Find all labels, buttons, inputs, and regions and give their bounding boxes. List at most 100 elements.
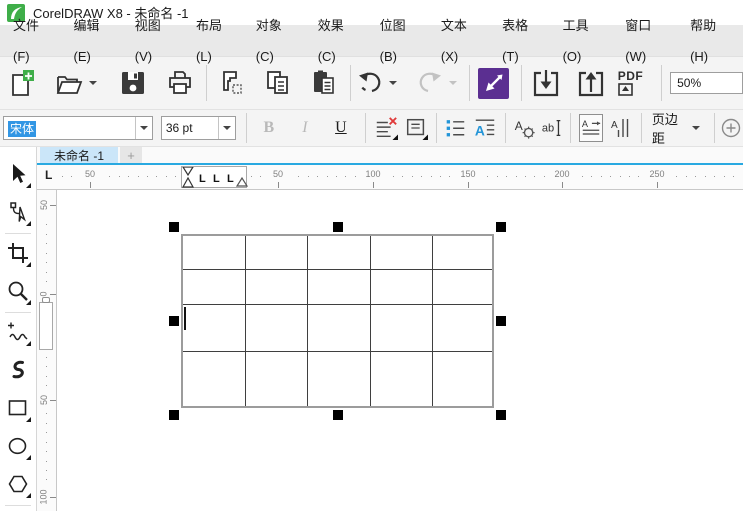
horizontal-text-button[interactable]: A	[578, 114, 603, 142]
cut-button[interactable]	[215, 63, 248, 103]
cut-icon	[222, 71, 242, 94]
copy-button[interactable]	[263, 63, 295, 103]
undo-button[interactable]	[355, 63, 385, 103]
table-object[interactable]	[181, 234, 494, 408]
frame-alignment-button[interactable]	[404, 114, 428, 142]
selection-handle[interactable]	[333, 222, 343, 232]
save-button[interactable]	[117, 63, 149, 103]
new-tab-button[interactable]: +	[120, 147, 143, 163]
ruler-dot	[71, 176, 72, 177]
text-ruler-segment[interactable]: L L L	[181, 166, 249, 188]
ruler-dot	[620, 176, 621, 177]
pick-tool[interactable]	[2, 156, 34, 192]
paste-button[interactable]	[308, 63, 340, 103]
ellipse-tool[interactable]	[2, 428, 34, 464]
drawing-canvas[interactable]	[57, 190, 743, 511]
shape-tool[interactable]	[2, 194, 34, 230]
vertical-ruler[interactable]: 50 0 50 100	[37, 190, 57, 511]
ruler-number: 100	[39, 489, 49, 505]
underline-button[interactable]: U	[329, 114, 353, 142]
table-column-line[interactable]	[432, 236, 433, 406]
text-ruler-v-segment[interactable]	[39, 297, 53, 350]
artistic-media-tool[interactable]	[2, 352, 34, 388]
table-row-line[interactable]	[183, 304, 492, 305]
table-column-line[interactable]	[370, 236, 371, 406]
tab-type-selector[interactable]: L	[45, 168, 52, 182]
polygon-tool[interactable]	[2, 466, 34, 502]
font-size-combo[interactable]: 36 pt	[160, 116, 236, 140]
propbar-separator	[714, 113, 715, 143]
horizontal-ruler[interactable]: L L L L 50 50 100 150 200 250	[37, 165, 743, 190]
zoom-level-combo[interactable]: 50%	[670, 72, 743, 94]
selection-handle[interactable]	[333, 410, 343, 420]
table-row-line[interactable]	[183, 351, 492, 352]
open-dropdown-caret[interactable]	[89, 81, 98, 85]
toolbox-separator	[5, 233, 31, 234]
selection-handle[interactable]	[496, 410, 506, 420]
search-content-button[interactable]	[477, 63, 509, 103]
ruler-dot	[610, 176, 611, 177]
ruler-dot	[46, 366, 47, 367]
publish-pdf-button[interactable]: PDF	[618, 61, 651, 105]
toolbox	[0, 147, 37, 511]
ruler-dot	[46, 479, 47, 480]
ruler-dot	[46, 253, 47, 254]
drop-cap-button[interactable]: A	[473, 114, 497, 142]
selection-handle[interactable]	[169, 316, 179, 326]
ruler-dot	[724, 176, 725, 177]
import-icon	[533, 69, 558, 96]
ruler-dot	[336, 176, 337, 177]
font-size-caret[interactable]	[217, 117, 235, 139]
italic-label: I	[302, 119, 308, 136]
edit-text-button[interactable]: ab	[540, 114, 564, 142]
selection-handle[interactable]	[496, 316, 506, 326]
document-tab[interactable]: 未命名 -1	[40, 147, 119, 163]
table-column-line[interactable]	[245, 236, 246, 406]
ruler-dot	[345, 176, 346, 177]
print-button[interactable]	[165, 63, 197, 103]
redo-dropdown-caret	[448, 81, 457, 85]
frame-alignment-icon	[406, 118, 428, 140]
character-formatting-icon: A	[515, 119, 535, 139]
vertical-text-button[interactable]: A	[609, 114, 633, 142]
quick-customize-button[interactable]	[719, 114, 743, 142]
pdf-label: PDF	[617, 69, 644, 83]
table-column-line[interactable]	[307, 236, 308, 406]
ruler-number: 50	[84, 169, 96, 179]
toolbar-separator	[468, 65, 470, 101]
edit-text-icon: ab	[542, 119, 561, 137]
font-list-caret[interactable]	[134, 117, 152, 139]
menu-item[interactable]: 帮助(H)	[681, 10, 743, 72]
font-list-combo[interactable]: 宋体	[3, 116, 153, 140]
italic-button[interactable]: I	[293, 114, 317, 142]
margins-button[interactable]: 页边距	[648, 112, 704, 146]
import-button[interactable]	[530, 63, 561, 103]
text-alignment-button[interactable]	[374, 114, 398, 142]
document-tab-label: 未命名 -1	[54, 148, 105, 163]
selection-handle[interactable]	[169, 410, 179, 420]
ruler-dot	[46, 262, 47, 263]
ruler-dot	[544, 176, 545, 177]
export-button[interactable]	[575, 63, 606, 103]
crop-tool[interactable]	[2, 235, 34, 271]
ruler-dot	[695, 176, 696, 177]
freehand-tool[interactable]	[2, 314, 34, 350]
underline-label: U	[335, 119, 347, 136]
ruler-dot	[175, 176, 176, 177]
open-button[interactable]	[54, 63, 86, 103]
selection-handle[interactable]	[496, 222, 506, 232]
bulleted-list-button[interactable]	[443, 114, 467, 142]
table-row-line[interactable]	[183, 269, 492, 270]
save-floppy-icon	[121, 72, 144, 94]
selection-handle[interactable]	[169, 222, 179, 232]
redo-button[interactable]	[415, 63, 445, 103]
rectangle-tool[interactable]	[2, 390, 34, 426]
undo-dropdown-caret[interactable]	[388, 81, 397, 85]
zoom-tool[interactable]	[2, 273, 34, 309]
ruler-number: 50	[38, 394, 49, 406]
character-formatting-button[interactable]: A	[512, 114, 536, 142]
ruler-dot	[487, 176, 488, 177]
bold-button[interactable]: B	[257, 114, 281, 142]
new-document-button[interactable]	[6, 63, 38, 103]
ruler-number: 50	[272, 169, 284, 179]
